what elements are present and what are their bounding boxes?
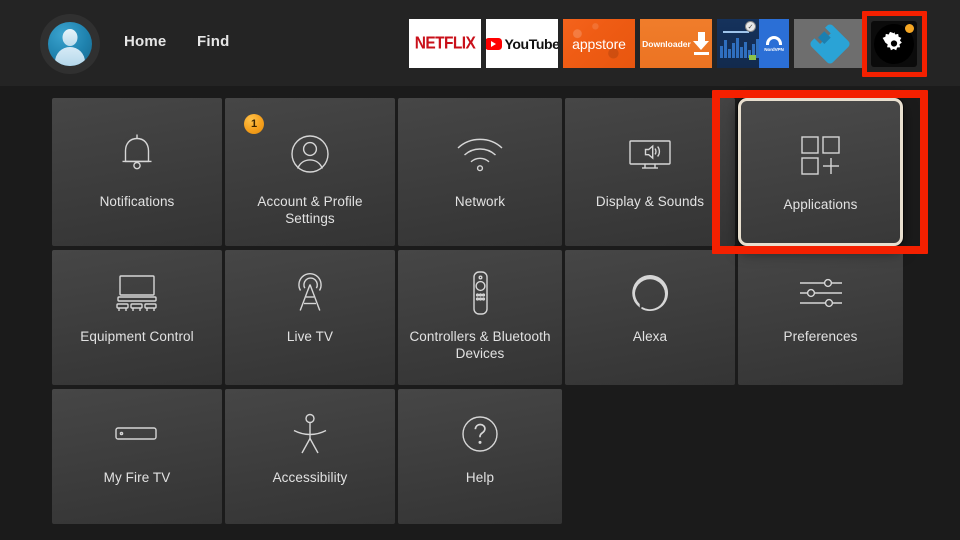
settings-tile-equipment-control[interactable]: Equipment Control	[52, 250, 222, 385]
nordvpn-logo: NordVPN	[759, 19, 789, 68]
settings-tile-label: Help	[465, 470, 495, 485]
settings-tile-notifications[interactable]: 1 Notifications	[52, 98, 264, 246]
kodi-logo	[808, 22, 852, 65]
youtube-logo: YouTube	[486, 36, 558, 52]
notifications-count-badge: 1	[244, 114, 264, 134]
app-grid-plus-icon	[741, 133, 900, 181]
bell-icon	[52, 130, 222, 178]
settings-tile-my-fire-tv[interactable]: My Fire TV	[52, 389, 222, 524]
settings-tile-live-tv[interactable]: Live TV	[225, 250, 395, 385]
settings-tile-applications[interactable]: Applications	[738, 98, 903, 246]
wifi-icon	[398, 130, 562, 178]
settings-tile-label: Account & Profile Settings	[257, 194, 363, 226]
youtube-wordmark: YouTube	[504, 35, 559, 52]
fire-tv-settings-screen: Home Find NETFLIX YouTube appstore Downl…	[0, 0, 960, 540]
settings-tile-grid: 1 Notifications Account & Profile Settin…	[0, 86, 960, 540]
nordvpn-screenshot-thumbnail: ✓	[717, 19, 763, 68]
youtube-play-icon	[486, 37, 502, 50]
settings-tile-label: Equipment Control	[80, 329, 194, 344]
app-tile-appstore[interactable]: appstore	[563, 19, 635, 68]
settings-tile-label: Applications	[783, 197, 858, 212]
settings-tile-display-sounds[interactable]: Display & Sounds	[565, 98, 735, 246]
settings-tile-label: Network	[454, 194, 506, 209]
settings-tile-alexa[interactable]: Alexa	[565, 250, 735, 385]
app-tile-youtube[interactable]: YouTube	[486, 19, 558, 68]
settings-tile-network[interactable]: Network	[398, 98, 562, 246]
tv-equipment-icon	[52, 270, 222, 316]
settings-tile-label: Live TV	[286, 329, 334, 344]
settings-tile-label: Notifications	[99, 194, 175, 209]
nordvpn-wordmark: NordVPN	[764, 46, 784, 52]
settings-tile-label: My Fire TV	[103, 470, 171, 485]
app-tile-downloader[interactable]: Downloader	[640, 19, 712, 68]
downloader-wordmark: Downloader	[642, 38, 691, 49]
settings-tile-label: Preferences	[783, 329, 858, 344]
settings-tile-label: Accessibility	[272, 470, 348, 485]
appstore-logo: appstore	[572, 35, 626, 52]
settings-tile-help[interactable]: Help	[398, 389, 562, 524]
settings-tile-controllers-bluetooth-devices[interactable]: Controllers & Bluetooth Devices	[398, 250, 562, 385]
top-navigation-bar: Home Find NETFLIX YouTube appstore Downl…	[0, 0, 960, 86]
avatar-body-shape	[55, 46, 85, 66]
accessibility-person-icon	[225, 411, 395, 457]
downloader-logo: Downloader	[642, 31, 710, 56]
alexa-ring-icon	[565, 270, 735, 316]
nav-item-find[interactable]: Find	[197, 33, 229, 50]
nordvpn-bars-decoration	[720, 38, 763, 58]
person-circle-icon	[225, 130, 395, 178]
settings-notification-badge-dot	[905, 24, 914, 33]
antenna-icon	[225, 270, 395, 316]
settings-tile-accessibility[interactable]: Accessibility	[225, 389, 395, 524]
nordvpn-arch-icon	[766, 35, 782, 45]
app-tile-netflix[interactable]: NETFLIX	[409, 19, 481, 68]
nordvpn-check-badge-icon: ✓	[745, 21, 756, 32]
app-tile-nordvpn[interactable]: ✓ NordVPN	[717, 19, 789, 68]
sliders-icon	[738, 270, 903, 316]
tv-speaker-icon	[565, 130, 735, 178]
avatar-head-shape	[62, 29, 78, 47]
settings-tile-label: Controllers & Bluetooth Devices	[409, 329, 551, 361]
question-mark-circle-icon	[398, 411, 562, 457]
app-tile-kodi[interactable]	[794, 19, 866, 68]
netflix-logo: NETFLIX	[414, 33, 476, 53]
download-arrow-icon	[692, 31, 710, 56]
remote-control-icon	[398, 270, 562, 316]
fire-tv-stick-icon	[52, 411, 222, 457]
nav-item-home[interactable]: Home	[124, 33, 166, 50]
settings-tile-label: Alexa	[632, 329, 668, 344]
app-tile-settings[interactable]	[871, 21, 917, 67]
settings-tile-label: Display & Sounds	[595, 194, 705, 209]
user-avatar-icon[interactable]	[48, 22, 92, 66]
settings-tile-preferences[interactable]: Preferences	[738, 250, 903, 385]
